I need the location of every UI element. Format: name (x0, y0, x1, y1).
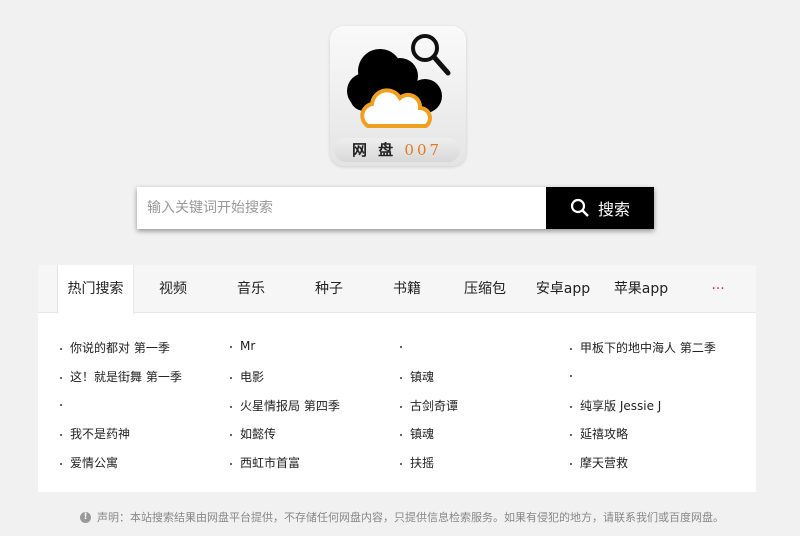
hot-search-item[interactable]: 爱情公寓 (60, 454, 118, 471)
hot-search-item[interactable] (400, 339, 410, 353)
hot-search-item[interactable]: 甲板下的地中海人 第二季 (570, 339, 716, 356)
logo-number: 007 (404, 141, 443, 159)
hot-search-item[interactable]: Mr (230, 339, 255, 353)
tab-android-app[interactable]: 安卓app (531, 265, 595, 313)
search-button[interactable]: 搜索 (546, 187, 654, 229)
disclaimer: ! 声明：本站搜索结果由网盘平台提供，不存储任何网盘内容，只提供信息检索服务。如果… (80, 509, 724, 525)
cloud-search-icon (347, 34, 451, 128)
tab-music[interactable]: 音乐 (221, 265, 281, 313)
hot-search-item[interactable] (570, 368, 580, 382)
hot-search-item[interactable] (60, 397, 70, 411)
hot-search-item[interactable]: 镇魂 (400, 425, 434, 442)
tab-video[interactable]: 视频 (143, 265, 203, 313)
hot-search-item[interactable]: 摩天营救 (570, 454, 628, 471)
hot-search-item[interactable]: 西虹市首富 (230, 454, 300, 471)
hot-search-item[interactable]: 这！就是街舞 第一季 (60, 368, 182, 385)
tab-torrent[interactable]: 种子 (299, 265, 359, 313)
hot-search-item[interactable]: 我不是药神 (60, 425, 130, 442)
hot-search-item[interactable]: 电影 (230, 368, 264, 385)
tab-archives[interactable]: 压缩包 (455, 265, 515, 313)
logo-text: 网 盘 (351, 141, 397, 159)
search-bar: 搜索 (137, 187, 654, 229)
hot-search-panel: 热门搜索 视频 音乐 种子 书籍 压缩包 安卓app 苹果app ··· 你说的… (38, 265, 756, 492)
hot-search-item[interactable]: 延禧攻略 (570, 425, 628, 442)
tab-ios-app[interactable]: 苹果app (609, 265, 673, 313)
tab-hot-search[interactable]: 热门搜索 (57, 265, 134, 314)
info-icon: ! (80, 511, 91, 523)
tab-more[interactable]: ··· (703, 265, 733, 313)
search-button-label: 搜索 (597, 200, 630, 219)
search-input[interactable] (137, 187, 546, 229)
tab-books[interactable]: 书籍 (377, 265, 437, 313)
disclaimer-text: 声明：本站搜索结果由网盘平台提供，不存储任何网盘内容，只提供信息检索服务。如果有… (97, 511, 724, 524)
hot-search-item[interactable]: 镇魂 (400, 368, 434, 385)
search-icon (570, 198, 589, 217)
hot-search-item[interactable]: 你说的都对 第一季 (60, 339, 170, 356)
hot-search-item[interactable]: 火星情报局 第四季 (230, 397, 340, 414)
hot-search-item[interactable]: 如懿传 (230, 425, 276, 442)
logo-label: 网 盘 007 (334, 138, 460, 162)
hot-search-item[interactable]: 纯享版 Jessie J (570, 397, 661, 414)
category-tabs: 热门搜索 视频 音乐 种子 书籍 压缩包 安卓app 苹果app ··· (38, 265, 756, 314)
hot-search-item[interactable]: 古剑奇谭 (400, 397, 458, 414)
site-logo[interactable]: 网 盘 007 (330, 26, 466, 166)
hot-search-item[interactable]: 扶摇 (400, 454, 434, 471)
